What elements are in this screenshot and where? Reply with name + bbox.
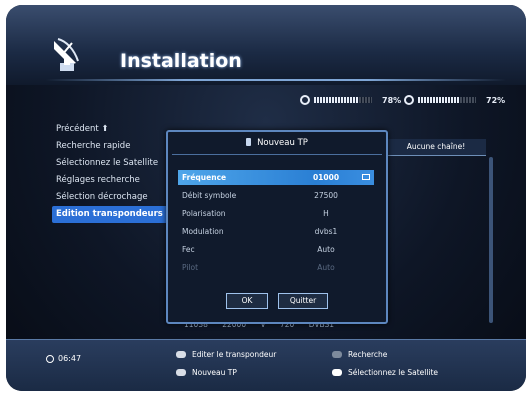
- polarization-field[interactable]: Polarisation H: [178, 206, 374, 221]
- dialog-title: Nouveau TP: [168, 138, 386, 148]
- ok-button[interactable]: OK: [226, 293, 268, 309]
- pilot-value: Auto: [317, 263, 335, 272]
- modulation-value[interactable]: dvbs1: [298, 224, 354, 239]
- blue-key-icon: [332, 369, 342, 376]
- hint-select-satellite-label: Sélectionnez le Satellite: [348, 368, 439, 377]
- signal-quality-bar: [418, 97, 476, 103]
- symbol-rate-field[interactable]: Débit symbole 27500: [178, 188, 374, 203]
- dialog-title-text: Nouveau TP: [257, 138, 308, 148]
- tv-screen: Installation 78% 72% Précédent ⬆ Recherc…: [6, 5, 526, 391]
- satellite-dish-icon: [54, 38, 79, 71]
- page-title: Installation: [120, 50, 242, 72]
- signal-strength-icon: [300, 95, 310, 105]
- symbol-rate-label: Débit symbole: [182, 191, 237, 200]
- dialog-divider: [172, 154, 382, 155]
- menu-item-select-unhook[interactable]: Sélection décrochage: [52, 189, 172, 206]
- pilot-field: Pilot Auto: [178, 260, 374, 275]
- quit-button[interactable]: Quitter: [278, 293, 328, 309]
- menu-item-previous[interactable]: Précédent ⬆: [52, 121, 172, 138]
- signal-strength-value: 78%: [382, 95, 402, 105]
- channel-list-header: Aucune chaîne!: [386, 139, 486, 156]
- fec-value[interactable]: Auto: [298, 242, 354, 257]
- header: Installation: [6, 5, 526, 85]
- menu-item-scan-settings[interactable]: Réglages recherche: [52, 172, 172, 189]
- hint-new-tp: Nouveau TP: [176, 368, 237, 377]
- transponder-icon: [246, 138, 252, 146]
- hint-select-satellite: Sélectionnez le Satellite: [332, 368, 438, 377]
- scrollbar[interactable]: [489, 157, 493, 323]
- clock: 06:47: [46, 354, 81, 363]
- yellow-key-icon: [176, 369, 186, 376]
- installation-menu: Précédent ⬆ Recherche rapide Sélectionne…: [52, 121, 172, 223]
- header-divider: [46, 79, 506, 81]
- clock-icon: [46, 354, 54, 363]
- hint-edit-transponder-label: Editer le transpondeur: [192, 350, 277, 359]
- hint-search-label: Recherche: [348, 350, 388, 359]
- menu-item-quick-scan[interactable]: Recherche rapide: [52, 138, 172, 155]
- hint-search: Recherche: [332, 350, 387, 359]
- red-key-icon: [176, 351, 186, 358]
- frequency-field[interactable]: Fréquence 01000: [178, 170, 374, 185]
- green-key-icon: [332, 351, 342, 358]
- keyboard-icon[interactable]: [362, 174, 370, 180]
- modulation-label: Modulation: [182, 227, 224, 236]
- fec-label: Fec: [182, 245, 195, 254]
- menu-item-transponder-edit[interactable]: Edition transpondeurs: [52, 206, 168, 223]
- footer: 06:47 Editer le transpondeur Recherche N…: [6, 339, 526, 391]
- fec-field[interactable]: Fec Auto: [178, 242, 374, 257]
- symbol-rate-value[interactable]: 27500: [298, 188, 354, 203]
- modulation-field[interactable]: Modulation dvbs1: [178, 224, 374, 239]
- menu-item-select-satellite[interactable]: Sélectionnez le Satellite: [52, 155, 172, 172]
- signal-quality-icon: [404, 95, 414, 105]
- pilot-label: Pilot: [182, 263, 199, 272]
- polarization-value[interactable]: H: [298, 206, 354, 221]
- signal-quality-value: 72%: [486, 95, 506, 105]
- signal-strength: 78%: [300, 93, 401, 107]
- polarization-label: Polarisation: [182, 209, 226, 218]
- new-tp-dialog: Nouveau TP Fréquence 01000 Débit symbole…: [166, 130, 388, 324]
- frequency-value[interactable]: 01000: [298, 170, 354, 185]
- signal-quality: 72%: [404, 93, 505, 107]
- signal-strength-bar: [314, 97, 372, 103]
- frequency-label: Fréquence: [182, 173, 227, 182]
- hint-new-tp-label: Nouveau TP: [192, 368, 237, 377]
- hint-edit-transponder: Editer le transpondeur: [176, 350, 276, 359]
- clock-time: 06:47: [58, 354, 82, 363]
